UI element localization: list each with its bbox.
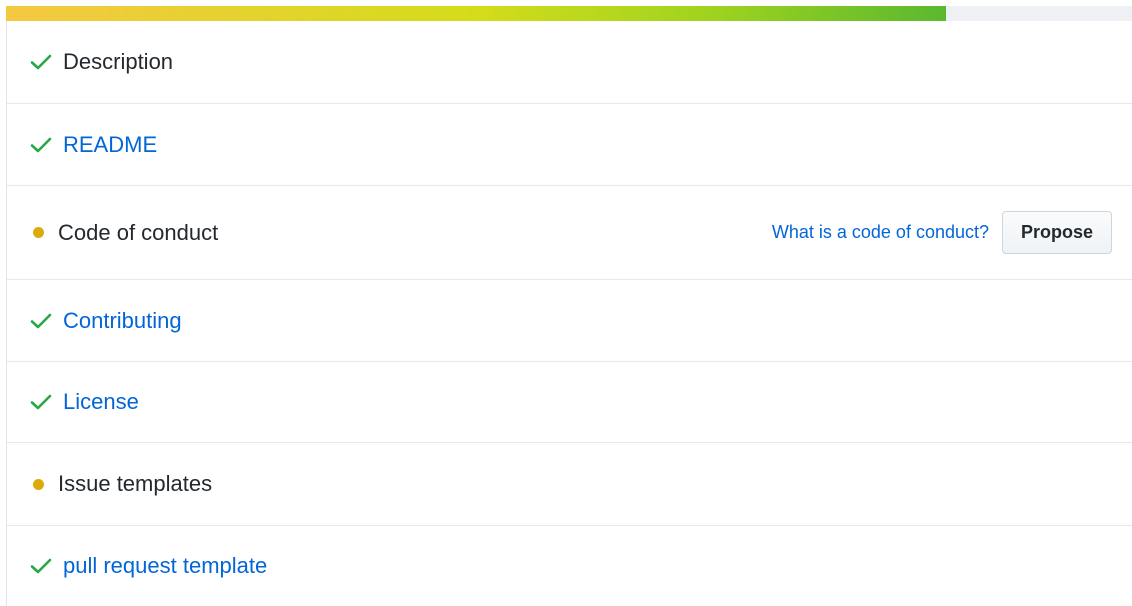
profile-progress-bar	[6, 6, 1132, 21]
checklist-row-license: License	[7, 362, 1132, 443]
pull-request-template-link[interactable]: pull request template	[63, 555, 267, 577]
license-link[interactable]: License	[63, 391, 139, 413]
checklist-row-pull-request-template: pull request template	[7, 526, 1132, 606]
readme-link[interactable]: README	[63, 133, 157, 156]
checklist-row-description: Description	[7, 21, 1132, 104]
checklist-label-code-of-conduct: Code of conduct	[58, 219, 219, 245]
checklist-row-issue-templates: Issue templates	[7, 443, 1132, 526]
community-profile-checklist: Description README Code of conduct What …	[0, 0, 1132, 606]
contributing-link[interactable]: Contributing	[63, 309, 182, 332]
checklist-label-issue-templates: Issue templates	[58, 471, 213, 496]
checklist-row-contributing: Contributing	[7, 280, 1132, 362]
checklist-panel: Description README Code of conduct What …	[6, 21, 1132, 606]
code-of-conduct-help-link[interactable]: What is a code of conduct?	[772, 222, 989, 243]
checklist-row-readme: README	[7, 104, 1132, 186]
checklist-label-description: Description	[63, 49, 174, 74]
checklist-row-code-of-conduct: Code of conduct What is a code of conduc…	[7, 186, 1132, 280]
profile-progress-fill	[6, 6, 947, 21]
propose-button[interactable]: Propose	[1002, 211, 1112, 254]
